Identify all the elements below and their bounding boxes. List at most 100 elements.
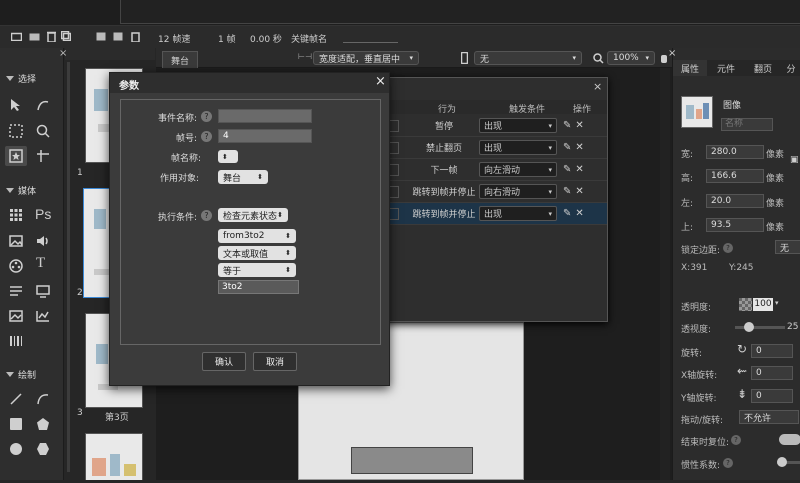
- delete-x-icon[interactable]: ✕: [575, 186, 583, 197]
- delete-x-icon[interactable]: ✕: [575, 208, 583, 219]
- cancel-button[interactable]: 取消: [253, 352, 297, 371]
- x-rotate-input[interactable]: 0: [751, 366, 793, 380]
- tab-more[interactable]: 分: [781, 60, 800, 76]
- height-input[interactable]: 166.6: [706, 169, 764, 183]
- slideshow-icon[interactable]: [34, 282, 52, 300]
- fit-select[interactable]: 宽度适配，垂直居中 ▾: [313, 51, 419, 65]
- help-icon[interactable]: ?: [723, 458, 733, 468]
- copy-icon[interactable]: [60, 30, 72, 42]
- tab-page-flip[interactable]: 翻页: [745, 60, 781, 76]
- property-select[interactable]: 文本或取值 ⬍: [218, 246, 296, 260]
- row-checkbox[interactable]: [389, 207, 399, 220]
- help-icon[interactable]: ?: [201, 210, 212, 221]
- trigger-select[interactable]: 向左滑动 ▾: [479, 162, 557, 177]
- table-row[interactable]: 下一帧 向左滑动 ▾ ✎ ✕: [381, 159, 607, 181]
- close-icon[interactable]: ×: [375, 74, 386, 89]
- text-lines-icon[interactable]: [7, 282, 25, 300]
- lock-margin-select[interactable]: 无: [775, 240, 800, 254]
- element-select[interactable]: from3to2 ⬍: [218, 229, 296, 243]
- curve-tool-icon[interactable]: [34, 390, 52, 408]
- photoshop-icon[interactable]: Ps: [35, 206, 51, 222]
- input-box-element[interactable]: [351, 447, 473, 474]
- width-input[interactable]: 280.0: [706, 145, 764, 159]
- grid-icon[interactable]: [7, 206, 25, 224]
- frame-name-select[interactable]: ⬍: [218, 150, 238, 163]
- keyframe-name-input[interactable]: [343, 42, 398, 43]
- frame-number-input[interactable]: 4: [218, 129, 312, 143]
- row-checkbox[interactable]: [389, 141, 399, 154]
- rotate-input[interactable]: 0: [751, 344, 793, 358]
- opacity-input[interactable]: 100: [753, 298, 773, 311]
- lock-icon[interactable]: ▣: [790, 155, 799, 165]
- marquee-select-icon[interactable]: [7, 122, 25, 140]
- zoom-select[interactable]: 100% ▾: [607, 51, 655, 65]
- edit-pencil-icon[interactable]: ✎: [563, 120, 571, 131]
- pages-scrollbar[interactable]: [67, 62, 70, 472]
- top-input[interactable]: 93.5: [706, 218, 764, 232]
- close-icon[interactable]: ×: [593, 80, 602, 93]
- bezier-pen-icon[interactable]: [34, 96, 52, 114]
- table-row[interactable]: 禁止翻页 出现 ▾ ✎ ✕: [381, 137, 607, 159]
- trigger-select[interactable]: 出现 ▾: [479, 206, 557, 221]
- slider-thumb[interactable]: [777, 457, 787, 467]
- star-select-icon[interactable]: [5, 146, 27, 166]
- timeline-area[interactable]: [120, 0, 800, 24]
- event-name-input[interactable]: [218, 109, 312, 123]
- page-thumbnail[interactable]: [85, 433, 143, 480]
- circle-tool-icon[interactable]: [7, 440, 25, 458]
- trigger-select[interactable]: 出现 ▾: [479, 118, 557, 133]
- help-icon[interactable]: ?: [201, 111, 212, 122]
- pentagon-tool-icon[interactable]: [34, 415, 52, 433]
- condition-select[interactable]: 检查元素状态 ⬍: [218, 208, 288, 222]
- drag-rotate-select[interactable]: 不允许: [739, 410, 799, 424]
- row-checkbox[interactable]: [389, 163, 399, 176]
- device-select[interactable]: 无 ▾: [474, 51, 582, 65]
- film-copy-icon[interactable]: [112, 30, 124, 42]
- line-tool-icon[interactable]: [7, 390, 25, 408]
- film-icon[interactable]: [95, 30, 107, 42]
- tab-stage[interactable]: 舞台: [162, 51, 198, 68]
- barcode-icon[interactable]: [7, 332, 25, 350]
- help-icon[interactable]: ?: [201, 131, 212, 142]
- delete-x-icon[interactable]: ✕: [575, 164, 583, 175]
- phone-icon[interactable]: [459, 51, 469, 65]
- video-reel-icon[interactable]: [7, 257, 25, 275]
- help-icon[interactable]: ?: [723, 243, 733, 253]
- delete-frame-icon[interactable]: [129, 30, 141, 42]
- table-row-selected[interactable]: 跳转到帧并停止 出现 ▾ ✎ ✕: [381, 203, 607, 225]
- confirm-button[interactable]: 确认: [202, 352, 246, 371]
- trigger-select[interactable]: 出现 ▾: [479, 140, 557, 155]
- arrow-pointer-icon[interactable]: [7, 96, 25, 114]
- operator-select[interactable]: 等于 ⬍: [218, 263, 296, 277]
- image-sequence-icon[interactable]: [7, 307, 25, 325]
- left-input[interactable]: 20.0: [706, 194, 764, 208]
- audio-icon[interactable]: [34, 232, 52, 250]
- object-name-input[interactable]: 名称: [721, 118, 773, 131]
- section-media[interactable]: 媒体: [6, 184, 36, 197]
- folder-icon[interactable]: [28, 30, 40, 42]
- close-icon[interactable]: ×: [59, 48, 67, 59]
- row-checkbox[interactable]: [389, 119, 399, 132]
- transparency-slider[interactable]: [735, 322, 785, 332]
- opacity-swatch[interactable]: [739, 298, 752, 311]
- edit-pencil-icon[interactable]: ✎: [563, 142, 571, 153]
- open-folder-icon[interactable]: [10, 30, 22, 42]
- hexagon-tool-icon[interactable]: [34, 440, 52, 458]
- table-row[interactable]: 跳转到帧并停止 向右滑动 ▾ ✎ ✕: [381, 181, 607, 203]
- chevron-down-icon[interactable]: ▾: [775, 299, 779, 307]
- target-select[interactable]: 舞台 ⬍: [218, 170, 268, 184]
- tab-symbols[interactable]: 元件: [707, 60, 745, 76]
- delete-x-icon[interactable]: ✕: [575, 142, 583, 153]
- canvas-scrollbar[interactable]: [660, 68, 670, 480]
- line-chart-icon[interactable]: [34, 307, 52, 325]
- compare-value-input[interactable]: 3to2: [218, 280, 299, 294]
- close-icon[interactable]: ×: [668, 48, 676, 59]
- trigger-select[interactable]: 向右滑动 ▾: [479, 184, 557, 199]
- edit-pencil-icon[interactable]: ✎: [563, 164, 571, 175]
- zoom-icon[interactable]: [34, 122, 52, 140]
- rectangle-tool-icon[interactable]: [7, 415, 25, 433]
- delete-x-icon[interactable]: ✕: [575, 120, 583, 131]
- y-rotate-input[interactable]: 0: [751, 389, 793, 403]
- slider-thumb[interactable]: [744, 322, 754, 332]
- trash-icon[interactable]: [45, 30, 57, 42]
